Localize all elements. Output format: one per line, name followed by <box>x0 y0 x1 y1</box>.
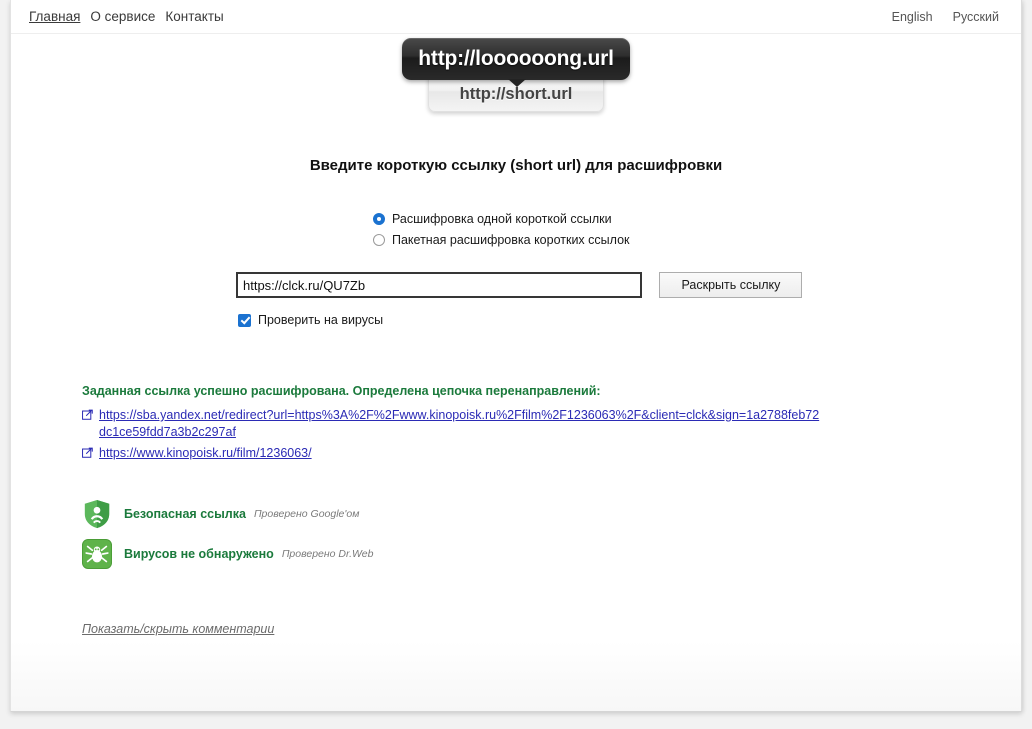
green-shield-icon <box>84 499 110 529</box>
short-url-input[interactable] <box>236 272 642 298</box>
virus-check-row[interactable]: Проверить на вирусы <box>238 313 383 327</box>
virus-check-label: Проверить на вирусы <box>258 313 384 327</box>
radio-option-single-label: Расшифровка одной короткой ссылки <box>392 211 612 226</box>
external-link-icon <box>82 447 93 458</box>
sheet-bottom-gradient <box>11 641 1021 711</box>
language-link-english[interactable]: English <box>892 10 933 24</box>
redirect-chain-link-1[interactable]: https://sba.yandex.net/redirect?url=http… <box>99 408 819 439</box>
logo-short-url-text: http://short.url <box>459 85 573 103</box>
page-background: Главная О сервисе Контакты English Русский … <box>0 0 1032 729</box>
badge-no-virus: Вирусов не обнаружено Проверено Dr.Web <box>82 537 373 571</box>
toggle-comments-link[interactable]: Показать/скрыть комментарии <box>82 622 274 636</box>
badge-no-virus-subtitle: Проверено Dr.Web <box>281 548 374 560</box>
external-link-icon <box>82 409 93 420</box>
logo-long-url-text: http://loooooong.url <box>418 47 614 70</box>
result-block: Заданная ссылка успешно расшифрована. Оп… <box>82 384 822 466</box>
reveal-link-button[interactable]: Раскрыть ссылку <box>659 272 803 298</box>
badge-safe-link: Безопасная ссылка Проверено Google'ом <box>82 497 373 531</box>
security-badges: Безопасная ссылка Проверено Google'ом Ви… <box>82 497 373 577</box>
redirect-chain-link-2[interactable]: https://www.kinopoisk.ru/film/1236063/ <box>99 446 312 460</box>
page-title: Введите короткую ссылку (short url) для … <box>309 157 723 174</box>
result-status-text: Заданная ссылка успешно расшифрована. Оп… <box>82 384 601 398</box>
badge-safe-link-title: Безопасная ссылка <box>124 507 246 521</box>
radio-unselected-icon[interactable] <box>373 233 385 246</box>
badge-no-virus-title: Вирусов не обнаружено <box>124 547 274 561</box>
redirect-chain-item: https://sba.yandex.net/redirect?url=http… <box>82 407 822 441</box>
radio-option-single[interactable]: Расшифровка одной короткой ссылки <box>373 209 630 228</box>
virus-check-checkbox[interactable] <box>238 313 251 327</box>
nav-link-home[interactable]: Главная <box>29 9 80 24</box>
page-sheet: Главная О сервисе Контакты English Русский … <box>10 0 1022 712</box>
site-logo[interactable]: http://short.url http://loooooong.url <box>11 38 1021 118</box>
radio-selected-icon[interactable] <box>373 212 385 225</box>
logo-long-url-banner: http://loooooong.url <box>402 38 630 87</box>
primary-nav: Главная О сервисе Контакты <box>29 9 234 24</box>
mode-radio-group: Расшифровка одной короткой ссылки Пакетн… <box>373 209 630 251</box>
redirect-chain-item: https://www.kinopoisk.ru/film/1236063/ <box>82 445 822 462</box>
drweb-spider-icon <box>82 539 112 569</box>
language-switcher: English Русский <box>872 10 999 24</box>
radio-option-batch-label: Пакетная расшифровка коротких ссылок <box>392 232 630 247</box>
radio-option-batch[interactable]: Пакетная расшифровка коротких ссылок <box>373 230 630 249</box>
url-form-row: Раскрыть ссылку <box>236 272 803 298</box>
language-link-russian[interactable]: Русский <box>953 10 999 24</box>
nav-link-about[interactable]: О сервисе <box>90 9 155 24</box>
nav-link-contacts[interactable]: Контакты <box>165 9 223 24</box>
top-navigation-bar: Главная О сервисе Контакты English Русский <box>11 0 1021 34</box>
badge-safe-link-subtitle: Проверено Google'ом <box>253 508 360 520</box>
